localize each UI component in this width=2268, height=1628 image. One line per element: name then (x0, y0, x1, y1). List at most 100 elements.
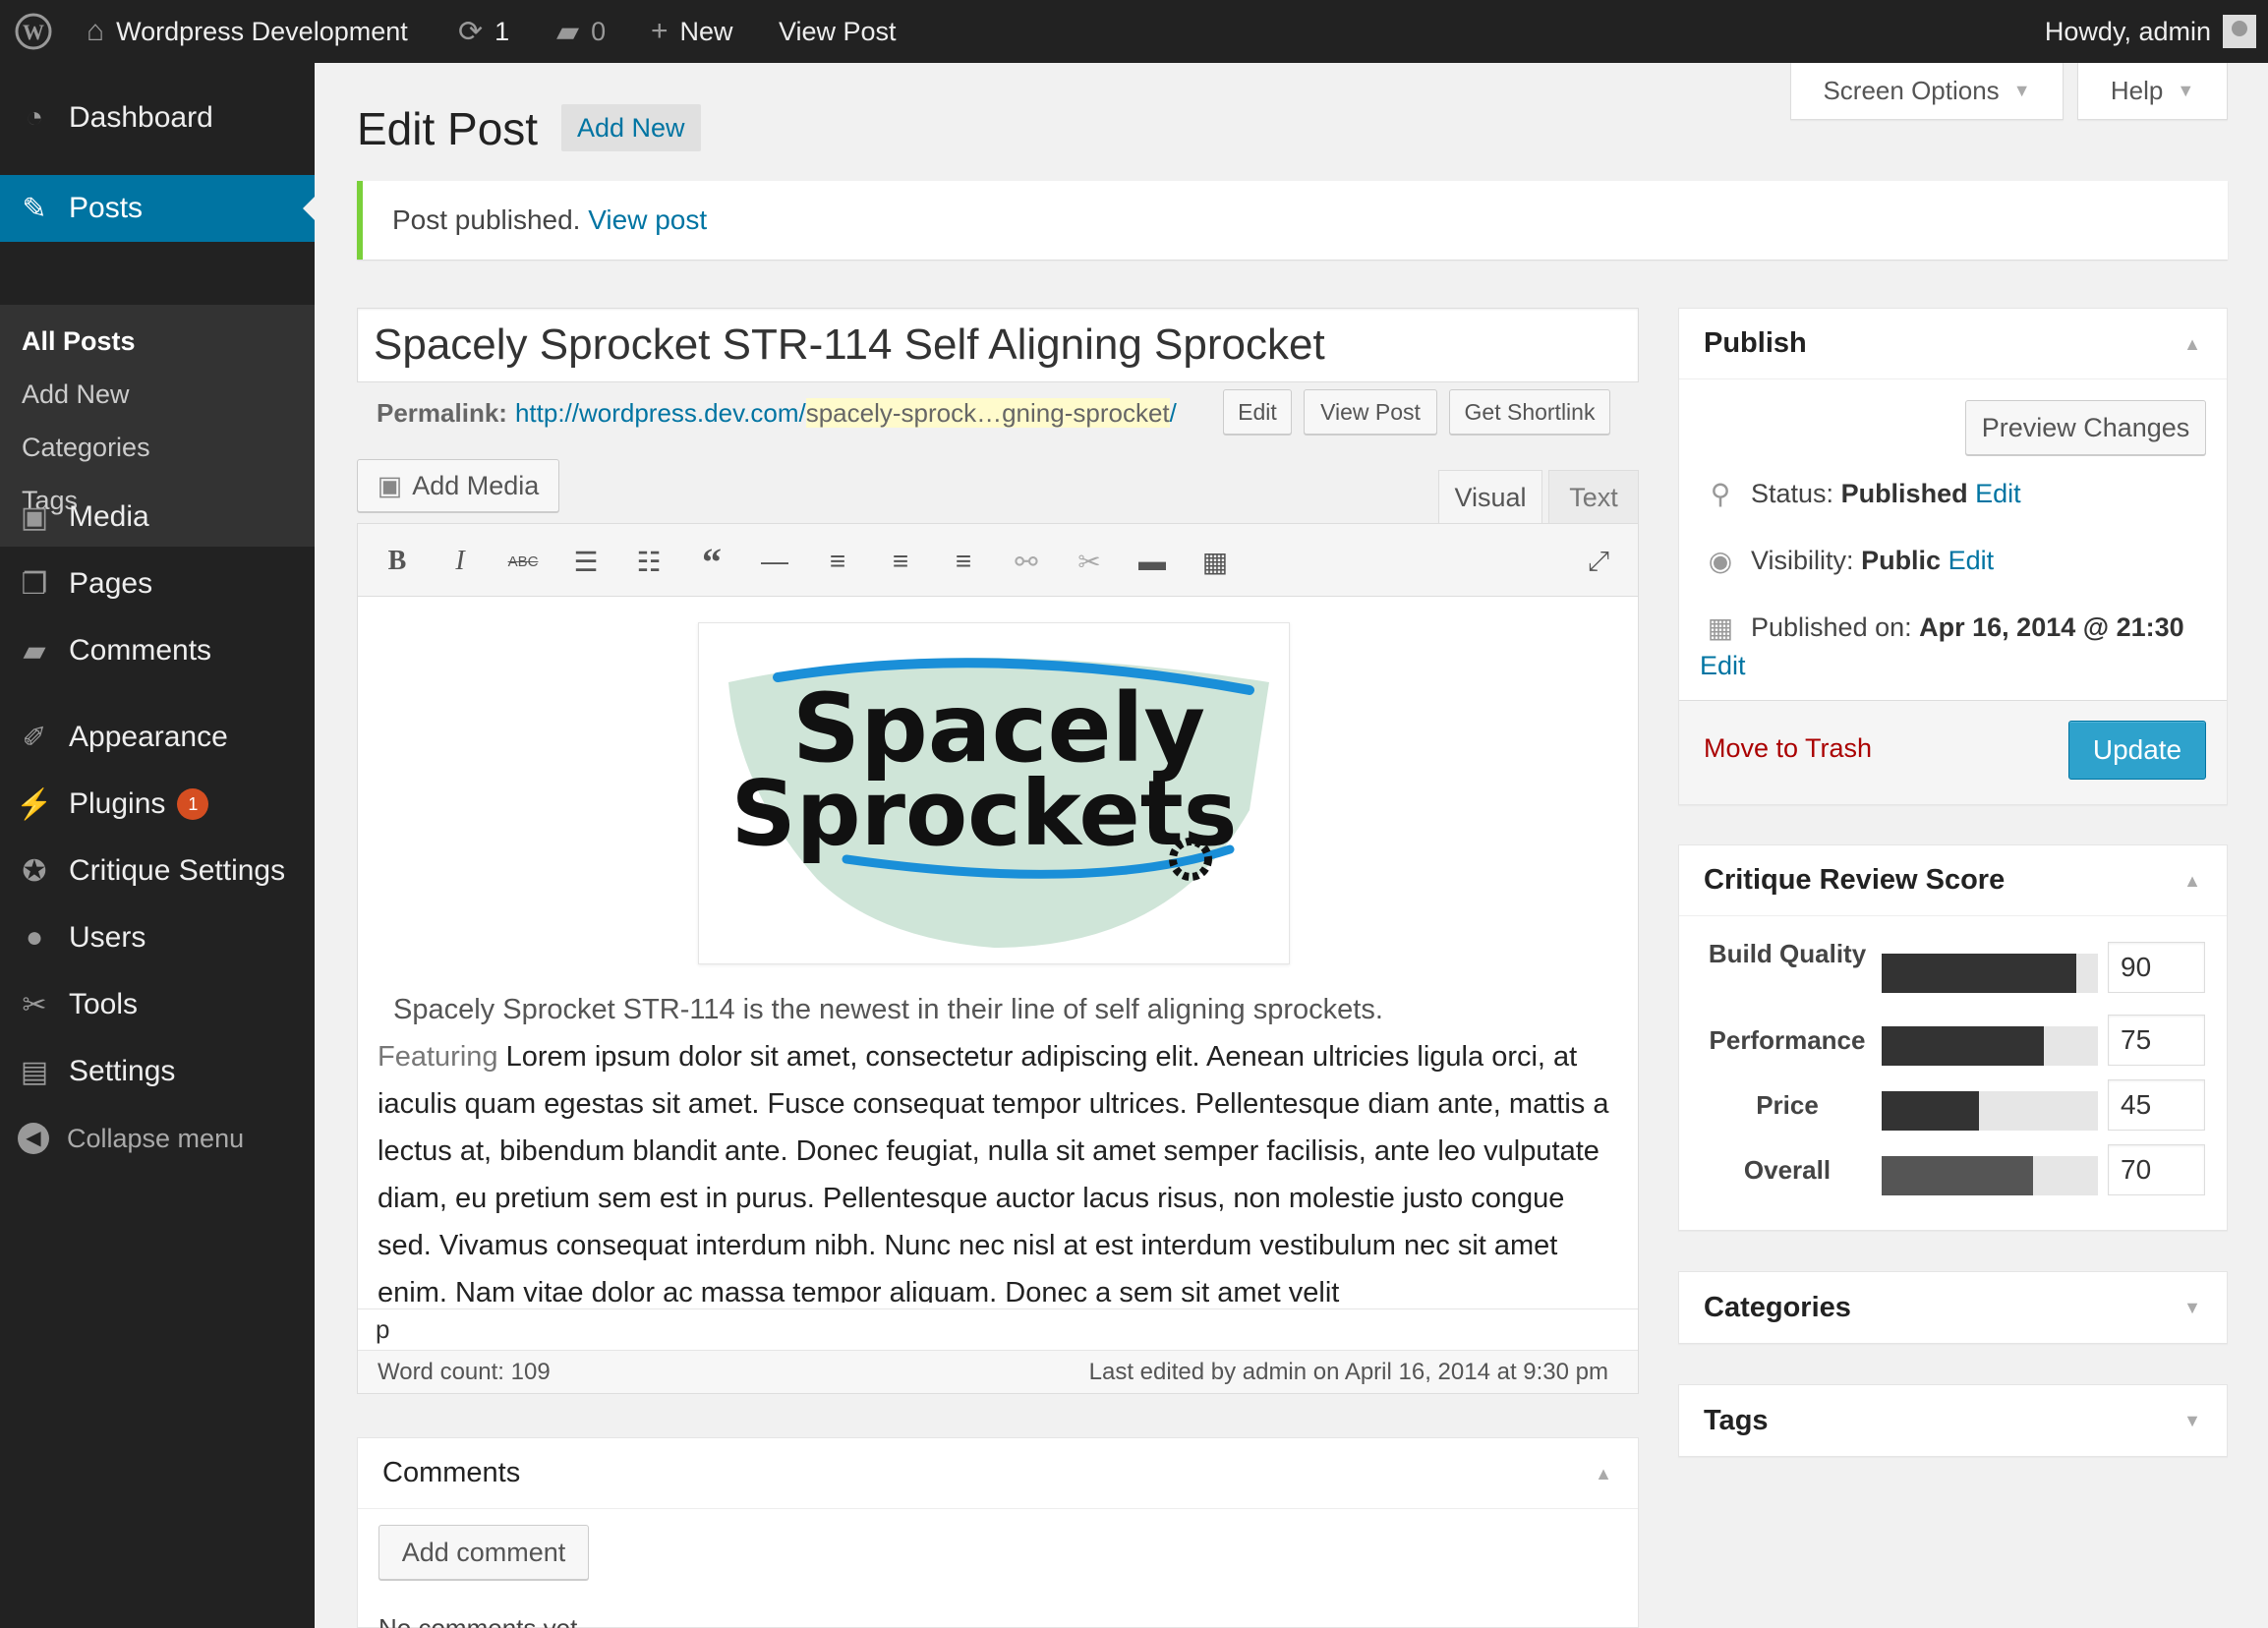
permalink-link[interactable]: http://wordpress.dev.com/spacely-sprock…… (515, 397, 1177, 429)
triangle-down-icon: ▼ (2177, 81, 2195, 100)
edit-status-link[interactable]: Edit (1975, 479, 2021, 508)
tags-metabox: Tags ▼ (1678, 1384, 2228, 1457)
spacely-sprockets-logo-image[interactable]: Spacely Sprockets (698, 622, 1290, 964)
logo-line-2: Sprockets (730, 761, 1237, 866)
triangle-down-icon: ▼ (2012, 81, 2031, 100)
score-row-performance: Performance 75 (1679, 1015, 2226, 1070)
numbered-list-icon[interactable]: ☷ (629, 542, 669, 581)
wordpress-logo-icon[interactable]: W (14, 0, 53, 63)
score-input[interactable]: 70 (2108, 1144, 2205, 1195)
plus-icon: + (651, 15, 669, 47)
critique-metabox-title[interactable]: Critique Review Score ▲ (1679, 845, 2227, 916)
horizontal-rule-icon[interactable]: — (755, 542, 794, 581)
align-right-icon[interactable]: ≡ (944, 542, 983, 581)
italic-icon[interactable]: I (440, 542, 480, 581)
help-button[interactable]: Help ▼ (2077, 63, 2228, 120)
plugins-update-badge: 1 (177, 788, 209, 820)
move-to-trash-link[interactable]: Move to Trash (1704, 733, 1872, 764)
publish-metabox: Publish ▲ Preview Changes ⚲ Status: Publi… (1678, 308, 2228, 805)
submenu-add-new[interactable]: Add New (22, 379, 130, 410)
permalink-slug: spacely-sprock…gning-sprocket (805, 397, 1170, 428)
editor-toolbar: B I ABC ☰ ☷ “ — ≡ ≡ ≡ ⚯ ✂ ▬ ▦ ⤢ (358, 524, 1638, 597)
triangle-up-icon[interactable]: ▲ (2183, 871, 2201, 892)
menu-pages[interactable]: ❐ Pages (0, 551, 315, 617)
score-row-price: Price 45 (1679, 1079, 2226, 1134)
menu-users[interactable]: ● Users (0, 904, 315, 971)
align-left-icon[interactable]: ≡ (818, 542, 857, 581)
add-comment-button[interactable]: Add comment (378, 1525, 589, 1580)
bold-icon[interactable]: B (378, 542, 417, 581)
score-input[interactable]: 90 (2108, 942, 2205, 993)
strikethrough-icon[interactable]: ABC (503, 542, 543, 581)
new-content-link[interactable]: + New (651, 0, 733, 63)
align-center-icon[interactable]: ≡ (881, 542, 920, 581)
my-account-link[interactable]: Howdy, admin (2045, 0, 2256, 63)
editor-content[interactable]: Spacely Sprocket STR-114 is the newest i… (378, 986, 1626, 1303)
tab-visual[interactable]: Visual (1438, 470, 1542, 524)
post-editor: B I ABC ☰ ☷ “ — ≡ ≡ ≡ ⚯ ✂ ▬ ▦ ⤢ Spacely … (357, 523, 1639, 1394)
pages-icon: ❐ (21, 567, 48, 601)
pin-icon: ⚲ (1710, 479, 1731, 509)
edit-date-link[interactable]: Edit (1700, 651, 1746, 681)
menu-settings[interactable]: ▤ Settings (0, 1038, 315, 1105)
view-post-button[interactable]: View Post (1304, 389, 1437, 435)
view-post-notice-link[interactable]: View post (588, 204, 707, 236)
blockquote-icon[interactable]: “ (692, 540, 731, 584)
menu-appearance[interactable]: ✐ Appearance (0, 704, 315, 771)
menu-comments[interactable]: ▰ Comments (0, 617, 315, 684)
menu-media[interactable]: ▣ Media (0, 484, 315, 551)
fullscreen-icon[interactable]: ⤢ (1579, 542, 1618, 581)
menu-posts[interactable]: ✎ Posts (0, 175, 315, 242)
users-icon: ● (25, 921, 44, 954)
menu-tools[interactable]: ✂ Tools (0, 971, 315, 1038)
status-row: ⚲ Status: Published Edit (1704, 478, 2021, 510)
submenu-categories[interactable]: Categories (22, 433, 150, 463)
screen-options-button[interactable]: Screen Options ▼ (1790, 63, 2064, 120)
menu-plugins[interactable]: ⚡ Plugins 1 (0, 771, 315, 838)
award-icon: ✪ (22, 854, 47, 888)
comments-icon: ▰ (23, 634, 46, 668)
media-icon: ▣ (377, 470, 403, 500)
score-bar (1882, 1091, 2098, 1131)
score-bar (1882, 954, 2098, 993)
edit-visibility-link[interactable]: Edit (1948, 546, 1995, 575)
get-shortlink-button[interactable]: Get Shortlink (1449, 389, 1610, 435)
read-more-icon[interactable]: ▬ (1133, 542, 1172, 581)
toolbar-toggle-icon[interactable]: ▦ (1195, 542, 1235, 581)
update-button[interactable]: Update (2068, 721, 2206, 780)
triangle-up-icon[interactable]: ▲ (2183, 334, 2201, 355)
publish-metabox-title[interactable]: Publish ▲ (1679, 309, 2227, 379)
edit-permalink-button[interactable]: Edit (1223, 389, 1292, 435)
add-new-post-button[interactable]: Add New (561, 104, 701, 151)
menu-critique-settings[interactable]: ✪ Critique Settings (0, 838, 315, 904)
score-bar (1882, 1026, 2098, 1066)
score-input[interactable]: 45 (2108, 1079, 2205, 1131)
add-media-button[interactable]: ▣ Add Media (357, 459, 559, 512)
categories-metabox-title[interactable]: Categories ▼ (1679, 1272, 2227, 1343)
comment-bubble-icon: ▰ (556, 15, 580, 48)
triangle-down-icon[interactable]: ▼ (2183, 1298, 2201, 1318)
tags-metabox-title[interactable]: Tags ▼ (1679, 1385, 2227, 1456)
comments-metabox-title[interactable]: Comments ▲ (358, 1438, 1638, 1509)
site-name-link[interactable]: ⌂ Wordpress Development (87, 0, 408, 63)
menu-dashboard[interactable]: ◔ Dashboard (0, 85, 315, 151)
tab-text[interactable]: Text (1548, 470, 1639, 524)
link-icon[interactable]: ⚯ (1007, 542, 1046, 581)
calendar-icon: ▦ (1707, 612, 1734, 643)
view-post-link[interactable]: View Post (779, 0, 897, 63)
avatar (2223, 15, 2256, 48)
submenu-all-posts[interactable]: All Posts (22, 326, 136, 357)
wrench-icon: ✂ (22, 988, 47, 1021)
permalink-row: Permalink: http://wordpress.dev.com/spac… (377, 397, 1177, 429)
comments-link[interactable]: ▰ 0 (556, 0, 606, 63)
triangle-down-icon[interactable]: ▼ (2183, 1411, 2201, 1431)
score-input[interactable]: 75 (2108, 1015, 2205, 1066)
preview-changes-button[interactable]: Preview Changes (1965, 400, 2206, 455)
unlink-icon[interactable]: ✂ (1070, 542, 1109, 581)
settings-icon: ▤ (20, 1055, 49, 1088)
triangle-up-icon[interactable]: ▲ (1595, 1464, 1612, 1484)
post-title-input[interactable]: Spacely Sprocket STR-114 Self Aligning S… (357, 308, 1639, 382)
collapse-menu-button[interactable]: ◀ Collapse menu (0, 1105, 315, 1172)
bullet-list-icon[interactable]: ☰ (566, 542, 606, 581)
updates-link[interactable]: ⟳ 1 (458, 0, 509, 63)
